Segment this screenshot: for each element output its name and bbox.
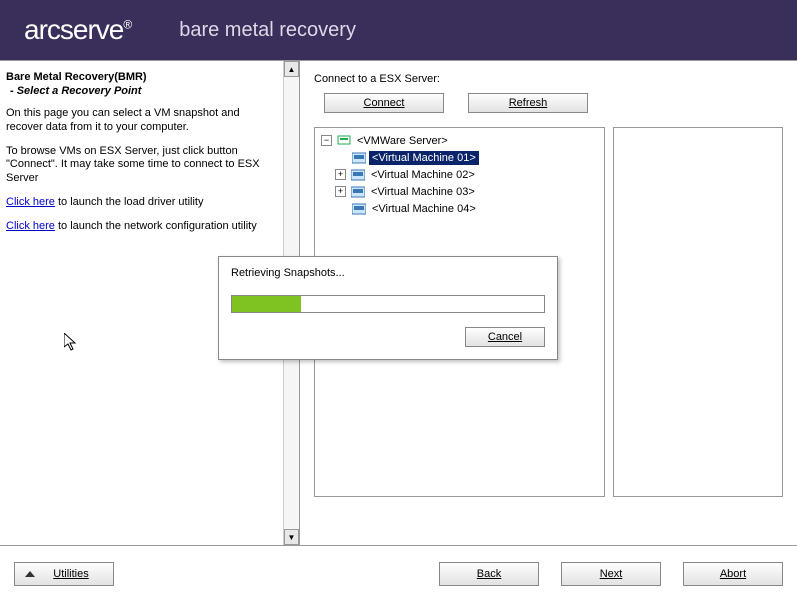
connect-label: Connect to a ESX Server: — [314, 73, 783, 85]
link1-rest: to launch the load driver utility — [55, 196, 204, 208]
cancel-button[interactable]: Cancel — [465, 327, 545, 347]
scroll-up-icon[interactable]: ▲ — [284, 61, 299, 77]
snapshot-panel[interactable] — [613, 127, 783, 497]
link2-rest: to launch the network configuration util… — [55, 220, 257, 232]
server-icon — [336, 134, 352, 148]
next-button[interactable]: Next — [561, 562, 661, 586]
tree-vm-row[interactable]: + <Virtual Machine 02> — [319, 166, 600, 183]
sidebar-title: Bare Metal Recovery(BMR) — [6, 71, 275, 83]
progress-dialog: Retrieving Snapshots... Cancel — [218, 256, 558, 360]
tree-vm-label: <Virtual Machine 02> — [368, 168, 478, 182]
expand-icon[interactable]: + — [335, 169, 346, 180]
product-title: bare metal recovery — [179, 19, 356, 42]
tree-vm-label: <Virtual Machine 04> — [369, 202, 479, 216]
vm-icon — [350, 168, 366, 182]
header: arcserve® bare metal recovery — [0, 0, 797, 60]
dialog-title: Retrieving Snapshots... — [231, 267, 545, 279]
refresh-button[interactable]: Refresh — [468, 93, 588, 113]
load-driver-link[interactable]: Click here — [6, 196, 55, 208]
tree-server-row[interactable]: − <VMWare Server> — [319, 132, 600, 149]
vm-icon — [350, 185, 366, 199]
tree-vm-row[interactable]: <Virtual Machine 01> — [319, 149, 600, 166]
connect-button[interactable]: Connect — [324, 93, 444, 113]
sidebar-link2-line: Click here to launch the network configu… — [6, 220, 275, 234]
progress-fill — [232, 296, 301, 312]
tree-vm-label: <Virtual Machine 03> — [368, 185, 478, 199]
sidebar-link1-line: Click here to launch the load driver uti… — [6, 196, 275, 210]
tree-server-label: <VMWare Server> — [354, 134, 451, 148]
progress-bar — [231, 295, 545, 313]
vm-icon — [351, 151, 367, 165]
utilities-button[interactable]: Utilities — [14, 562, 114, 586]
logo-reg: ® — [123, 18, 131, 32]
logo: arcserve® — [24, 14, 131, 46]
sidebar-subtitle: - Select a Recovery Point — [10, 85, 275, 97]
utilities-label: Utilities — [53, 568, 88, 580]
collapse-icon[interactable]: − — [321, 135, 332, 146]
abort-button[interactable]: Abort — [683, 562, 783, 586]
tree-vm-row[interactable]: <Virtual Machine 04> — [319, 200, 600, 217]
vm-icon — [351, 202, 367, 216]
sidebar-p1: On this page you can select a VM snapsho… — [6, 107, 275, 135]
tree-vm-label: <Virtual Machine 01> — [369, 151, 479, 165]
back-button[interactable]: Back — [439, 562, 539, 586]
footer: Utilities Back Next Abort — [0, 545, 797, 601]
logo-text: arcserve — [24, 14, 123, 45]
tree-vm-row[interactable]: + <Virtual Machine 03> — [319, 183, 600, 200]
expand-icon[interactable]: + — [335, 186, 346, 197]
scroll-down-icon[interactable]: ▼ — [284, 529, 299, 545]
network-config-link[interactable]: Click here — [6, 220, 55, 232]
sidebar-p2: To browse VMs on ESX Server, just click … — [6, 145, 275, 186]
